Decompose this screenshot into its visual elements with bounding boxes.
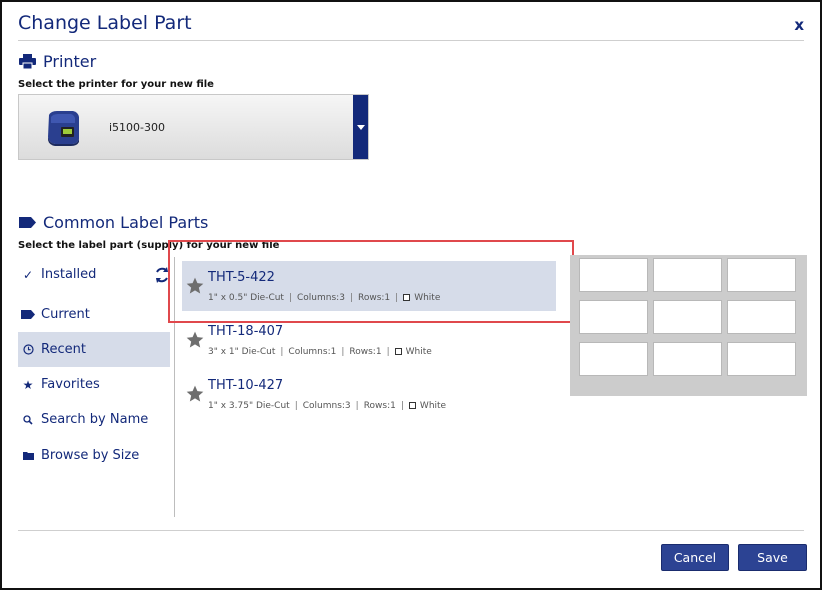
- divider: [174, 257, 175, 517]
- nav-label: Favorites: [41, 377, 100, 392]
- nav-browse-by-size[interactable]: Browse by Size: [18, 438, 170, 473]
- label-preview: [570, 255, 807, 396]
- part-rows: Rows:1: [363, 401, 396, 411]
- check-icon: ✓: [22, 267, 34, 282]
- part-columns: Columns:1: [288, 347, 337, 357]
- printer-subtitle: Select the printer for your new file: [18, 79, 214, 90]
- label-cell: [653, 258, 722, 292]
- printer-heading: Printer: [18, 52, 96, 71]
- printer-image: [43, 109, 83, 147]
- part-rows: Rows:1: [349, 347, 382, 357]
- parts-heading: Common Label Parts: [18, 213, 208, 232]
- color-swatch: [403, 294, 411, 301]
- label-cell: [653, 342, 722, 376]
- nav-label: Browse by Size: [41, 448, 140, 463]
- change-label-part-dialog: Change Label Part x Printer Select the p…: [0, 0, 822, 590]
- parts-heading-label: Common Label Parts: [43, 213, 209, 232]
- dialog-title: Change Label Part: [18, 12, 192, 34]
- nav-search-by-name[interactable]: Search by Name: [18, 402, 170, 437]
- part-size: 1" x 0.5" Die-Cut: [208, 293, 284, 303]
- label-cell: [727, 342, 796, 376]
- part-columns: Columns:3: [297, 293, 345, 303]
- color-swatch: [394, 348, 402, 355]
- divider: [18, 530, 804, 531]
- label-cell: [727, 300, 796, 334]
- clock-icon: [20, 344, 36, 355]
- star-icon: ★: [22, 377, 34, 392]
- folder-icon: [20, 451, 36, 460]
- parts-subtitle: Select the label part (supply) for your …: [18, 240, 280, 251]
- cancel-button[interactable]: Cancel: [661, 544, 729, 571]
- star-icon[interactable]: [185, 276, 205, 296]
- part-rows: Rows:1: [357, 293, 391, 303]
- nav-recent[interactable]: Recent: [18, 332, 170, 367]
- part-name: THT-10-427: [208, 378, 284, 393]
- part-color: White: [414, 293, 441, 303]
- printer-name: i5100-300: [109, 121, 166, 134]
- part-item-tht-10-427[interactable]: THT-10-427 1" x 3.75" Die-Cut | Columns:3 |…: [182, 369, 556, 419]
- label-cell: [579, 258, 648, 292]
- part-size: 3" x 1" Die-Cut: [208, 347, 276, 357]
- label-cell: [579, 342, 648, 376]
- label-icon: [18, 215, 36, 231]
- part-color: White: [405, 347, 432, 357]
- star-icon[interactable]: [185, 330, 205, 350]
- printer-dropdown[interactable]: i5100-300: [18, 94, 369, 160]
- chevron-down-icon[interactable]: [353, 95, 368, 159]
- nav-label: Search by Name: [41, 412, 149, 427]
- label-icon: [20, 310, 36, 319]
- part-size: 1" x 3.75" Die-Cut: [208, 401, 290, 411]
- star-icon[interactable]: [185, 384, 205, 404]
- divider: [18, 40, 804, 41]
- close-button[interactable]: x: [794, 16, 804, 34]
- nav-label: Installed: [41, 267, 97, 282]
- nav-current[interactable]: Current: [18, 297, 170, 332]
- nav-installed[interactable]: ✓ Installed: [18, 257, 170, 292]
- part-details: 1" x 3.75" Die-Cut | Columns:3 | Rows:1 | Whit…: [208, 401, 447, 411]
- part-name: THT-5-422: [208, 270, 275, 285]
- nav-label: Recent: [41, 342, 86, 357]
- part-item-tht-18-407[interactable]: THT-18-407 3" x 1" Die-Cut | Columns:1 | Row…: [182, 315, 556, 365]
- label-cell: [727, 258, 796, 292]
- printer-icon: [18, 54, 36, 70]
- part-details: 3" x 1" Die-Cut | Columns:1 | Rows:1 | White: [208, 347, 432, 357]
- nav-label: Current: [41, 307, 90, 322]
- label-preview-grid: [579, 258, 807, 376]
- save-button[interactable]: Save: [738, 544, 807, 571]
- part-name: THT-18-407: [208, 324, 284, 339]
- part-details: 1" x 0.5" Die-Cut | Columns:3 | Rows:1 | White: [208, 293, 441, 303]
- search-icon: [20, 414, 36, 425]
- color-swatch: [408, 402, 416, 409]
- part-item-tht-5-422[interactable]: THT-5-422 1" x 0.5" Die-Cut | Columns:3 | Ro…: [182, 261, 556, 311]
- label-cell: [653, 300, 722, 334]
- part-columns: Columns:3: [302, 401, 351, 411]
- printer-heading-label: Printer: [43, 52, 97, 71]
- label-cell: [579, 300, 648, 334]
- nav-favorites[interactable]: ★ Favorites: [18, 367, 170, 402]
- refresh-icon[interactable]: [154, 266, 170, 284]
- part-color: White: [419, 401, 447, 411]
